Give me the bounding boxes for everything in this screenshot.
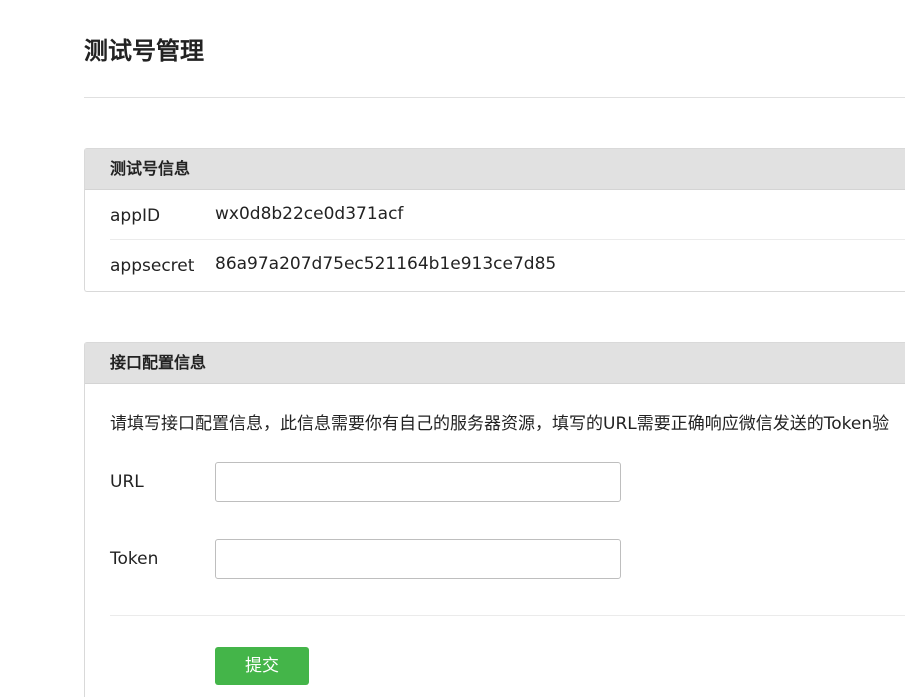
interface-config-panel: 接口配置信息 请填写接口配置信息，此信息需要你有自己的服务器资源，填写的URL需… <box>84 342 905 697</box>
url-label: URL <box>110 472 144 492</box>
appsecret-row: appsecret 86a97a207d75ec521164b1e913ce7d… <box>110 240 905 290</box>
submit-button[interactable]: 提交 <box>215 647 309 685</box>
appid-label: appID <box>110 206 161 226</box>
form-divider <box>110 615 905 616</box>
test-account-panel: 测试号信息 appID wx0d8b22ce0d371acf appsecret… <box>84 148 905 292</box>
test-account-header: 测试号信息 <box>85 149 905 190</box>
title-divider <box>84 97 905 98</box>
url-input[interactable] <box>215 462 621 502</box>
page-title: 测试号管理 <box>84 37 204 65</box>
appid-row: appID wx0d8b22ce0d371acf <box>110 190 905 240</box>
appsecret-label: appsecret <box>110 256 195 276</box>
config-description: 请填写接口配置信息，此信息需要你有自己的服务器资源，填写的URL需要正确响应微信… <box>110 414 890 434</box>
interface-config-header: 接口配置信息 <box>85 343 905 384</box>
token-label: Token <box>110 549 159 569</box>
appid-value: wx0d8b22ce0d371acf <box>215 204 404 224</box>
page: 测试号管理 测试号信息 appID wx0d8b22ce0d371acf app… <box>0 0 905 697</box>
token-input[interactable] <box>215 539 621 579</box>
appsecret-value: 86a97a207d75ec521164b1e913ce7d85 <box>215 254 557 274</box>
